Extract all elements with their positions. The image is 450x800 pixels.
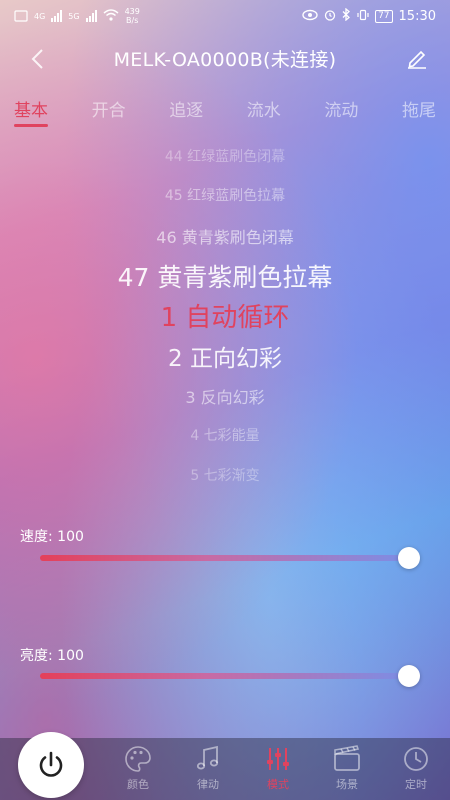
brightness-slider-thumb[interactable] [398, 665, 420, 687]
tab-basic[interactable]: 基本 [14, 96, 48, 127]
nav-label-scene: 场景 [336, 778, 358, 791]
battery-indicator: 77 [375, 9, 393, 23]
brightness-label: 亮度: 100 [20, 648, 84, 664]
status-left: 4G 5G 439 B/s [14, 7, 140, 25]
edit-button[interactable] [402, 44, 432, 74]
mode-tabs: 基本 开合 追逐 流水 流动 拖尾 [0, 96, 450, 127]
tab-chase[interactable]: 追逐 [169, 96, 203, 127]
mode-item[interactable]: 3 反向幻彩 [0, 384, 450, 408]
status-bar: 4G 5G 439 B/s 77 15:30 [0, 0, 450, 32]
mode-item[interactable]: 46 黄青紫刷色闭幕 [0, 224, 450, 248]
speed-slider-thumb[interactable] [398, 547, 420, 569]
net-speed-value: 439 [124, 7, 140, 16]
brightness-slider-track[interactable] [40, 673, 410, 679]
tab-flow[interactable]: 流动 [324, 96, 358, 127]
mode-item-selected[interactable]: 1 自动循环 [0, 297, 450, 334]
nav-label-rhythm: 律动 [197, 778, 219, 791]
nav-item-color[interactable]: 颜色 [108, 744, 168, 792]
pencil-icon [408, 50, 426, 69]
power-button[interactable] [18, 732, 84, 798]
palette-icon [125, 746, 151, 772]
signal-icon-1 [51, 10, 63, 22]
wifi-icon [103, 8, 119, 24]
nav-item-rhythm[interactable]: 律动 [178, 744, 238, 792]
nav-item-timer[interactable]: 定时 [386, 744, 446, 792]
net-speed: 439 B/s [125, 7, 140, 25]
back-button[interactable] [22, 44, 52, 74]
tab-flowing-water[interactable]: 流水 [247, 96, 281, 127]
page-title: MELK-OA0000B(未连接) [113, 48, 337, 71]
app-header: MELK-OA0000B(未连接) [0, 38, 450, 78]
clock-time: 15:30 [398, 8, 436, 24]
net-speed-unit: B/s [126, 16, 139, 25]
music-note-icon [196, 745, 219, 770]
speed-label: 速度: 100 [20, 529, 84, 545]
equalizer-icon [267, 748, 289, 770]
nav-item-mode[interactable]: 模式 [248, 744, 308, 792]
mode-item[interactable]: 2 正向幻彩 [0, 339, 450, 373]
nav-label-mode: 模式 [267, 778, 289, 791]
power-icon [39, 751, 63, 777]
alarm-icon [324, 9, 336, 24]
status-right: 77 15:30 [302, 7, 436, 24]
vibrate-icon [357, 9, 369, 24]
sim-icon [14, 10, 28, 22]
tab-trail[interactable]: 拖尾 [402, 96, 436, 127]
signal-label-2: 5G [68, 11, 80, 21]
chevron-left-icon [31, 49, 43, 69]
bluetooth-icon [342, 7, 351, 24]
mode-item[interactable]: 4 七彩能量 [0, 425, 450, 445]
clock-icon [404, 747, 428, 771]
mode-item[interactable]: 45 红绿蓝刷色拉幕 [0, 185, 450, 205]
signal-label-1: 4G [34, 11, 46, 21]
clapperboard-icon [334, 745, 360, 771]
mode-item[interactable]: 5 七彩渐变 [0, 465, 450, 485]
mode-item[interactable]: 47 黄青紫刷色拉幕 [0, 258, 450, 294]
eye-icon [302, 9, 318, 24]
nav-label-timer: 定时 [405, 778, 427, 791]
nav-label-color: 颜色 [127, 778, 149, 791]
nav-item-scene[interactable]: 场景 [317, 744, 377, 792]
signal-icon-2 [85, 10, 97, 22]
speed-slider-track[interactable] [40, 555, 410, 561]
tab-open-close[interactable]: 开合 [92, 96, 126, 127]
mode-item[interactable]: 44 红绿蓝刷色闭幕 [0, 146, 450, 166]
